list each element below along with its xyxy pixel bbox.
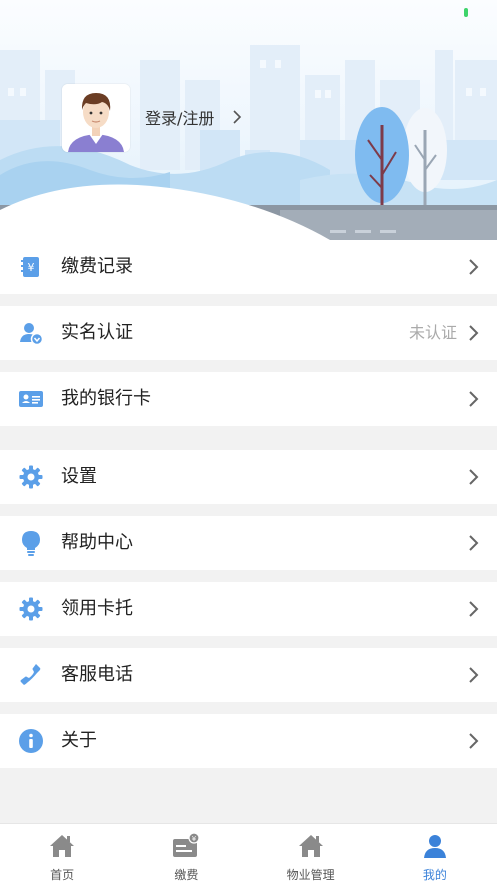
avatar[interactable] <box>62 84 130 152</box>
menu-item-about[interactable]: 关于 <box>0 714 497 768</box>
tab-label: 首页 <box>50 868 75 882</box>
tab-home[interactable]: 首页 <box>0 824 124 883</box>
login-register-label: 登录/注册 <box>145 109 215 128</box>
menu-item-label: 缴费记录 <box>61 256 133 277</box>
tab-label: 我的 <box>422 868 447 882</box>
menu-item-real-name-verification[interactable]: 实名认证 未认证 <box>0 306 497 360</box>
lightbulb-icon <box>22 531 40 556</box>
tab-property-management[interactable]: 物业管理 <box>249 824 373 883</box>
login-register-link[interactable]: 登录/注册 <box>145 105 242 129</box>
verify-user-icon <box>20 323 44 346</box>
chevron-right-icon <box>469 391 479 407</box>
info-icon <box>19 729 43 753</box>
menu-item-help-center[interactable]: 帮助中心 <box>0 516 497 570</box>
tab-mine[interactable]: 我的 <box>373 824 497 883</box>
property-icon <box>298 835 323 857</box>
payment-icon: ¥ <box>173 832 200 857</box>
menu-item-my-bank-card[interactable]: 我的银行卡 <box>0 372 497 426</box>
bank-card-icon <box>19 391 43 407</box>
chevron-right-icon <box>233 110 242 124</box>
menu-item-label: 实名认证 <box>61 322 133 343</box>
menu-item-label: 帮助中心 <box>61 532 133 553</box>
menu-item-label: 客服电话 <box>61 664 133 685</box>
chevron-right-icon <box>469 325 479 341</box>
menu-item-customer-service-phone[interactable]: 客服电话 <box>0 648 497 702</box>
chevron-right-icon <box>469 667 479 683</box>
card-tray-icon <box>19 597 43 621</box>
gear-icon <box>19 465 43 489</box>
tab-label: 缴费 <box>174 868 199 882</box>
verification-status: 未认证 <box>408 323 457 342</box>
menu-item-label: 我的银行卡 <box>61 388 151 409</box>
bottom-tab-bar: 首页 ¥ 缴费 物业管理 我的 <box>0 823 497 883</box>
chevron-right-icon <box>469 259 479 275</box>
user-avatar-icon <box>62 84 130 152</box>
svg-text:¥: ¥ <box>192 835 197 843</box>
chevron-right-icon <box>469 601 479 617</box>
phone-icon <box>20 664 41 685</box>
menu-item-payment-records[interactable]: ¥ 缴费记录 <box>0 240 497 294</box>
battery-indicator <box>464 8 468 17</box>
chevron-right-icon <box>469 733 479 749</box>
menu-item-label: 设置 <box>61 466 97 487</box>
profile-header: 登录/注册 <box>0 0 497 240</box>
menu-item-settings[interactable]: 设置 <box>0 450 497 504</box>
chevron-right-icon <box>469 469 479 485</box>
tab-label: 物业管理 <box>286 868 335 882</box>
chevron-right-icon <box>469 535 479 551</box>
menu-item-card-tray[interactable]: 领用卡托 <box>0 582 497 636</box>
svg-text:¥: ¥ <box>28 261 35 274</box>
tab-payment[interactable]: ¥ 缴费 <box>124 824 248 883</box>
menu-item-label: 关于 <box>61 730 97 751</box>
bill-icon: ¥ <box>21 257 39 277</box>
home-icon <box>50 835 75 857</box>
menu-item-label: 领用卡托 <box>61 598 133 619</box>
profile-icon <box>423 835 446 858</box>
